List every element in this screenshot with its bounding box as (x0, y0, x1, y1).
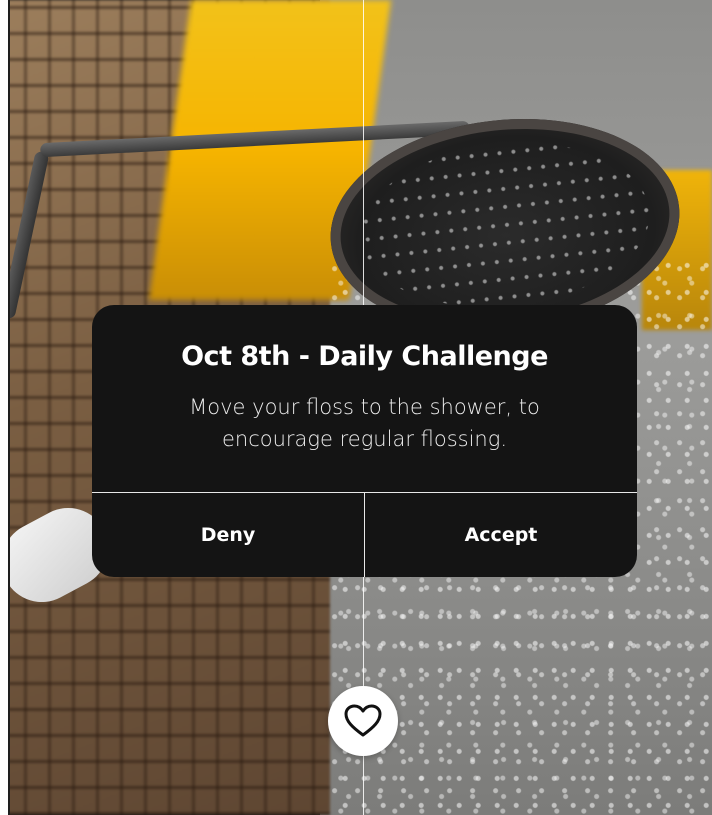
daily-challenge-dialog: Oct 8th - Daily Challenge Move your flos… (92, 305, 637, 577)
dialog-title: Oct 8th - Daily Challenge (181, 341, 548, 372)
accept-button[interactable]: Accept (365, 493, 637, 577)
heart-outline-icon (344, 704, 382, 737)
left-edge-border (0, 0, 10, 815)
favorite-button[interactable] (328, 686, 398, 756)
deny-button[interactable]: Deny (92, 493, 364, 577)
dialog-message: Move your floss to the shower, to encour… (189, 395, 540, 451)
